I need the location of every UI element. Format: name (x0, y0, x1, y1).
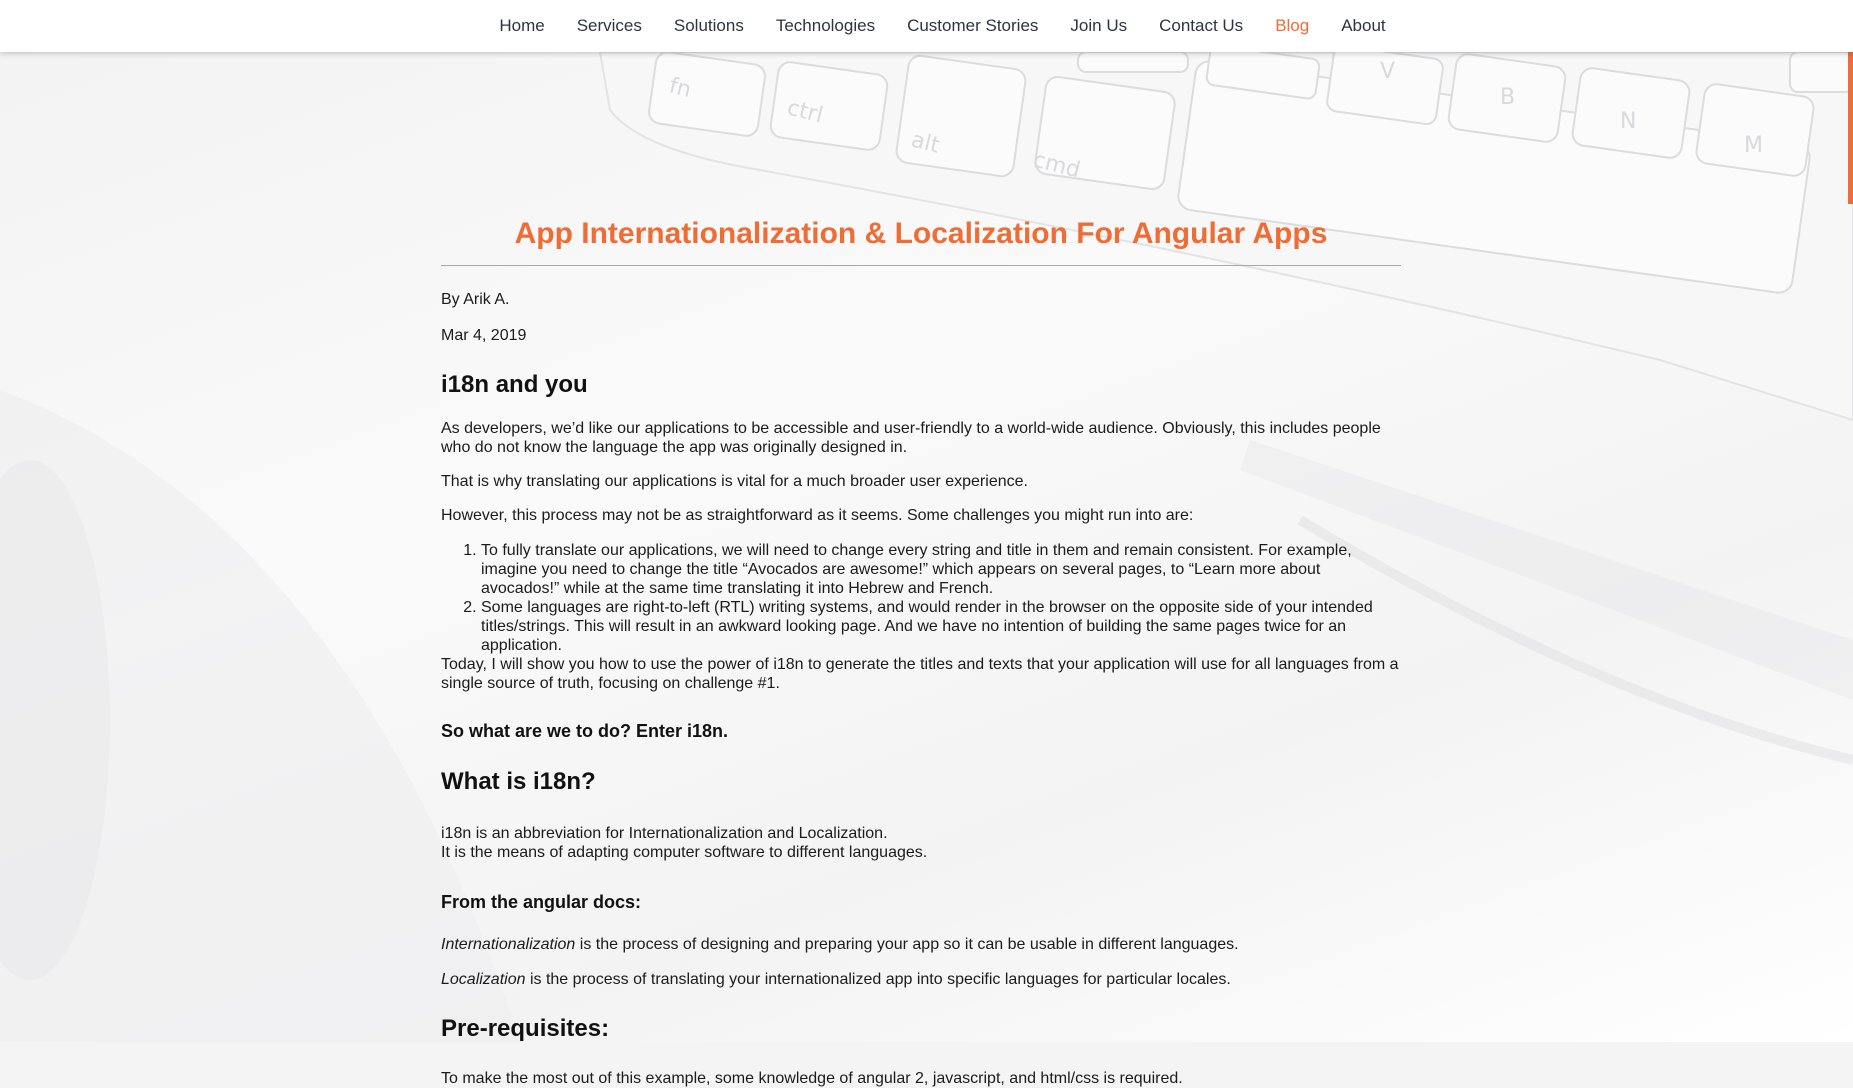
list-item: Some languages are right-to-left (RTL) w… (481, 598, 1401, 655)
top-navigation: Home Services Solutions Technologies Cus… (0, 0, 1853, 52)
challenges-list: To fully translate our applications, we … (441, 541, 1401, 655)
nav-item-technologies[interactable]: Technologies (776, 16, 875, 36)
nav-item-contact-us[interactable]: Contact Us (1159, 16, 1243, 36)
nav-menu: Home Services Solutions Technologies Cus… (0, 0, 1853, 52)
article-date: Mar 4, 2019 (441, 327, 527, 344)
term: Internationalization (441, 936, 576, 953)
list-item: To fully translate our applications, we … (481, 541, 1401, 598)
key-label: B (1500, 85, 1515, 110)
nav-item-blog[interactable]: Blog (1275, 16, 1309, 36)
key-label: N (1620, 109, 1636, 134)
paragraph: Today, I will show you how to use the po… (441, 656, 1399, 692)
nav-item-solutions[interactable]: Solutions (674, 16, 744, 36)
blog-article: App Internationalization & Localization … (441, 52, 1401, 1088)
section-heading-i18n-and-you: i18n and you (441, 371, 588, 398)
paragraph: i18n is an abbreviation for Internationa… (441, 824, 1401, 862)
nav-item-about[interactable]: About (1341, 16, 1385, 36)
nav-item-services[interactable]: Services (577, 16, 642, 36)
definition-localization: Localization is the process of translati… (441, 970, 1401, 989)
definition-text: is the process of designing and preparin… (575, 936, 1239, 953)
subheading-angular-docs: From the angular docs: (441, 892, 642, 912)
article-title: App Internationalization & Localization … (441, 217, 1401, 266)
scroll-indicator (1848, 52, 1853, 204)
term: Localization (441, 971, 526, 988)
article-author: By Arik A. (441, 291, 510, 308)
paragraph: That is why translating our applications… (441, 473, 1028, 490)
section-heading-prerequisites: Pre-requisites: (441, 1015, 610, 1042)
key-label: M (1744, 133, 1763, 158)
definition-internationalization: Internationalization is the process of d… (441, 935, 1401, 954)
text-line: i18n is an abbreviation for Internationa… (441, 825, 888, 842)
subheading-enter-i18n: So what are we to do? Enter i18n. (441, 721, 729, 741)
paragraph: To make the most out of this example, so… (441, 1070, 1183, 1087)
paragraph: As developers, we’d like our application… (441, 420, 1381, 456)
text-line: It is the means of adapting computer sof… (441, 844, 928, 861)
definition-text: is the process of translating your inter… (525, 971, 1231, 988)
nav-item-home[interactable]: Home (499, 16, 544, 36)
nav-item-customer-stories[interactable]: Customer Stories (907, 16, 1038, 36)
section-heading-what-is-i18n: What is i18n? (441, 768, 596, 795)
paragraph: However, this process may not be as stra… (441, 507, 1194, 524)
nav-item-join-us[interactable]: Join Us (1070, 16, 1127, 36)
